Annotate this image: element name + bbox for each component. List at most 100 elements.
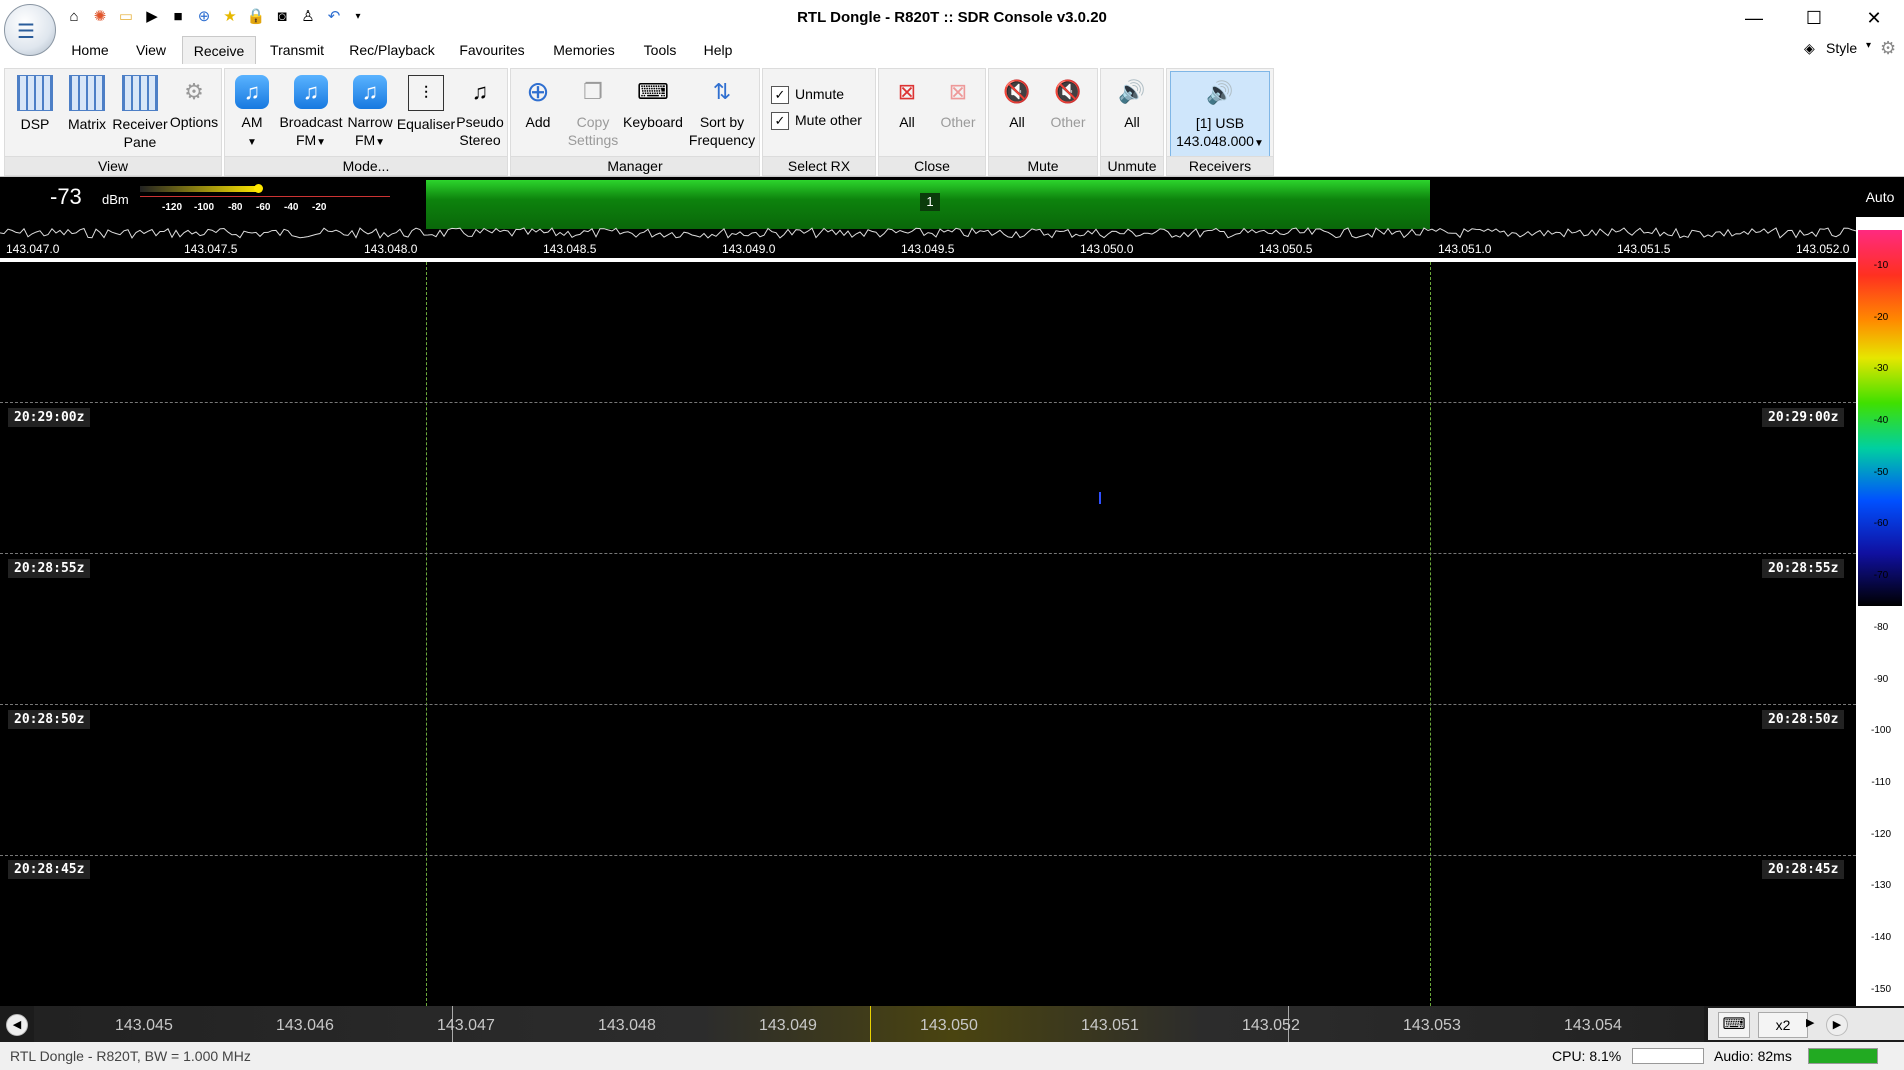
ribbon-tab-bar: Home View Receive Transmit Rec/Playback …: [0, 36, 1904, 66]
dsp-button[interactable]: DSP: [13, 71, 57, 155]
tab-home[interactable]: Home: [62, 36, 118, 64]
broadcast-fm-button[interactable]: ♫ Broadcast FM▼: [277, 71, 345, 155]
cpu-usage-bar: [1632, 1048, 1704, 1064]
time-gridline: [0, 855, 1856, 856]
style-theme-icon[interactable]: ◈: [1804, 40, 1815, 57]
db-tick: -150: [1870, 984, 1891, 995]
ruler-label: 143.052: [1242, 1017, 1300, 1034]
speaker-muted-icon: 🔇: [1003, 79, 1031, 104]
keyboard-icon[interactable]: ⌨: [1718, 1012, 1750, 1038]
options-button[interactable]: ⚙ Options: [169, 71, 219, 155]
close-window-button[interactable]: ✕: [1846, 0, 1902, 36]
status-device-text: RTL Dongle - R820T, BW = 1.000 MHz: [10, 1048, 251, 1064]
time-label-right: 20:28:55z: [1762, 559, 1845, 578]
mute-other-checkbox[interactable]: ✓ Mute other: [771, 109, 862, 131]
tab-memories[interactable]: Memories: [546, 36, 622, 64]
unmute-all-button[interactable]: 🔊 All: [1107, 71, 1157, 155]
equaliser-button[interactable]: ⫶ Equaliser: [395, 71, 457, 155]
sort-by-frequency-button[interactable]: ⇅ Sort by Frequency: [687, 71, 757, 155]
speaker-icon: 🔊: [1206, 80, 1234, 105]
tab-view[interactable]: View: [126, 36, 176, 64]
db-tick: -120: [1870, 829, 1891, 840]
db-tick: -130: [1870, 880, 1891, 891]
sort-icon: ⇅: [712, 79, 732, 104]
group-label-close: Close: [879, 156, 985, 175]
application-menu-button[interactable]: ☰: [4, 4, 56, 56]
group-label-unmute: Unmute: [1101, 156, 1163, 175]
tab-rec-playback[interactable]: Rec/Playback: [344, 36, 440, 64]
ruler-label: 143.046: [276, 1017, 334, 1034]
ruler-label: 143.048: [598, 1017, 656, 1034]
db-tick: -40: [1873, 415, 1889, 426]
dsp-icon: [17, 75, 53, 111]
time-gridline: [0, 553, 1856, 554]
scroll-right-icon[interactable]: ▶: [1826, 1014, 1848, 1036]
receiver-dropdown-icon: ▼: [1253, 138, 1264, 149]
group-close: ⊠ All ⊠ Other Close: [878, 68, 986, 176]
time-label-left: 20:29:00z: [8, 408, 91, 427]
time-label-right: 20:28:50z: [1762, 710, 1845, 729]
zoom-select[interactable]: x2: [1758, 1012, 1808, 1038]
maximize-button[interactable]: ☐: [1786, 0, 1842, 36]
speaker-muted-icon: 🔇: [1054, 79, 1082, 104]
tab-transmit[interactable]: Transmit: [262, 36, 332, 64]
time-gridline: [0, 402, 1856, 403]
db-tick: -60: [1873, 518, 1889, 529]
tab-receive[interactable]: Receive: [182, 36, 256, 66]
style-dropdown-icon[interactable]: ▾: [1866, 40, 1871, 51]
tab-favourites[interactable]: Favourites: [452, 36, 532, 64]
mute-other-button[interactable]: 🔇 Other: [1043, 71, 1093, 155]
ribbon: DSP Matrix Receiver Pane ⚙ Options View ♫…: [0, 64, 1904, 177]
meter-tick: -120: [162, 202, 183, 213]
minimize-button[interactable]: —: [1726, 0, 1782, 36]
axis-tick: 143.050.5: [1259, 242, 1313, 256]
db-tick: -90: [1873, 674, 1889, 685]
group-unmute: 🔊 All Unmute: [1100, 68, 1164, 176]
narrow-fm-button[interactable]: ♫ Narrow FM▼: [343, 71, 397, 155]
spectrum-frequency-axis: 143.047.0 143.047.5 143.048.0 143.048.5 …: [0, 240, 1856, 260]
time-label-left: 20:28:50z: [8, 710, 91, 729]
pseudo-stereo-button[interactable]: ♫ Pseudo Stereo: [453, 71, 507, 155]
signal-scale-line: [140, 196, 390, 197]
receiver-1-button[interactable]: 🔊 [1] USB 143.048.000▼: [1170, 71, 1270, 157]
zoom-arrow-icon[interactable]: ▶: [1806, 1016, 1814, 1029]
close-window-icon: ⊠: [897, 79, 917, 104]
group-label-view: View: [5, 156, 221, 175]
signal-meter: -73 dBm -120 -100 -80 -60 -40 -20: [28, 180, 393, 216]
ruler-label: 143.050: [920, 1017, 978, 1034]
meter-tick: -20: [312, 202, 327, 213]
add-icon: ⊕: [526, 76, 550, 107]
auto-scale-button[interactable]: Auto: [1856, 177, 1904, 217]
am-mode-button[interactable]: ♫ AM ▼: [229, 71, 275, 155]
broadcast-dropdown-icon: ▼: [316, 137, 327, 148]
db-tick: -80: [1873, 622, 1889, 633]
music-note-icon: ♫: [471, 79, 489, 104]
add-receiver-button[interactable]: ⊕ Add: [515, 71, 561, 155]
close-other-button[interactable]: ⊠ Other: [933, 71, 983, 155]
style-menu[interactable]: Style: [1826, 40, 1857, 56]
time-label-right: 20:29:00z: [1762, 408, 1845, 427]
scroll-left-icon[interactable]: ◀: [6, 1014, 28, 1036]
matrix-button[interactable]: Matrix: [63, 71, 111, 155]
audio-latency-bar: [1808, 1048, 1878, 1064]
close-all-button[interactable]: ⊠ All: [883, 71, 931, 155]
group-mute: 🔇 All 🔇 Other Mute: [988, 68, 1098, 176]
mute-all-button[interactable]: 🔇 All: [993, 71, 1041, 155]
copy-settings-button[interactable]: ❐ Copy Settings: [563, 71, 623, 155]
group-label-receivers: Receivers: [1167, 156, 1273, 175]
db-tick: -140: [1870, 932, 1891, 943]
axis-tick: 143.047.5: [184, 242, 238, 256]
keyboard-button[interactable]: ⌨ Keyboard: [617, 71, 689, 155]
db-tick: -100: [1870, 725, 1891, 736]
waterfall-display[interactable]: [0, 262, 1856, 1006]
tab-tools[interactable]: Tools: [636, 36, 684, 64]
receiver-pane-button[interactable]: Receiver Pane: [111, 71, 169, 155]
tab-help[interactable]: Help: [696, 36, 740, 64]
axis-tick: 143.051.0: [1438, 242, 1492, 256]
group-select-rx: ✓ Unmute ✓ Mute other Select RX: [762, 68, 876, 176]
group-label-mute: Mute: [989, 156, 1097, 175]
options-gear-icon[interactable]: ⚙: [1880, 38, 1896, 59]
time-label-left: 20:28:45z: [8, 860, 91, 879]
unmute-checkbox[interactable]: ✓ Unmute: [771, 83, 844, 105]
db-tick: -50: [1873, 467, 1889, 478]
